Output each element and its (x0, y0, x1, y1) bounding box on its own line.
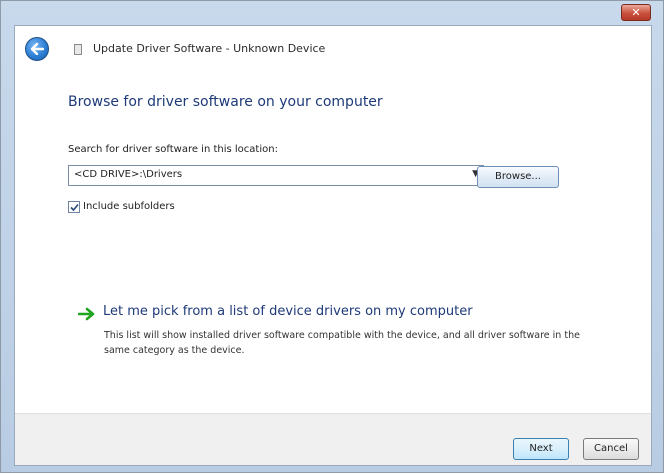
dialog-window: ✕ Update Driver Software - Unknown Devic… (0, 0, 664, 473)
back-arrow-icon (30, 43, 44, 55)
green-arrow-icon (78, 307, 95, 321)
dialog-title: Update Driver Software - Unknown Device (93, 42, 326, 55)
close-button[interactable]: ✕ (621, 4, 651, 21)
pick-from-list-description: This list will show installed driver sof… (104, 330, 580, 356)
dialog-header: Update Driver Software - Unknown Device (15, 26, 651, 70)
checkmark-icon (70, 203, 79, 212)
search-location-label: Search for driver software in this locat… (68, 144, 278, 155)
driver-path-combobox[interactable]: <CD DRIVE>:\Drivers ▼ (68, 165, 484, 186)
next-button[interactable]: Next (513, 438, 569, 460)
include-subfolders-checkbox[interactable] (68, 201, 80, 213)
driver-path-value: <CD DRIVE>:\Drivers (74, 169, 183, 180)
include-subfolders-label: Include subfolders (83, 201, 175, 212)
dialog-client-area: Update Driver Software - Unknown Device … (14, 25, 652, 466)
page-heading: Browse for driver software on your compu… (68, 94, 383, 110)
back-button[interactable] (25, 37, 49, 61)
browse-button[interactable]: Browse... (477, 166, 559, 188)
device-icon (74, 44, 82, 55)
dialog-footer: Next Cancel (15, 413, 651, 465)
cancel-button[interactable]: Cancel (583, 438, 639, 460)
pick-from-list-link[interactable]: Let me pick from a list of device driver… (103, 304, 473, 319)
